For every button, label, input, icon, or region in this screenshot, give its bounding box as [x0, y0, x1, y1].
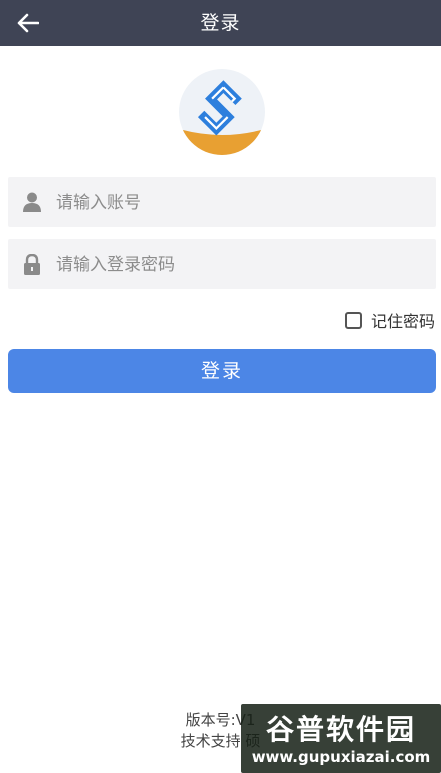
lock-icon: [22, 253, 42, 275]
login-button[interactable]: 登录: [8, 349, 436, 393]
app-logo: [179, 69, 265, 155]
account-field[interactable]: [8, 177, 436, 229]
watermark-overlay: 谷普软件园 www.gupuxiazai.com: [241, 704, 441, 773]
remember-label: 记住密码: [370, 312, 435, 331]
password-field[interactable]: [8, 239, 436, 291]
app-logo-icon: [179, 80, 265, 155]
remember-password-toggle[interactable]: 记住密码: [344, 309, 435, 331]
watermark-title: 谷普软件园: [265, 713, 416, 746]
page-title: 登录: [200, 12, 241, 34]
remember-checkbox[interactable]: [344, 311, 362, 329]
watermark-url: www.gupuxiazai.com: [251, 748, 431, 766]
password-input[interactable]: [54, 239, 428, 291]
top-app-bar: 登录: [0, 0, 441, 46]
user-icon: [22, 191, 42, 213]
account-input[interactable]: [54, 177, 428, 229]
